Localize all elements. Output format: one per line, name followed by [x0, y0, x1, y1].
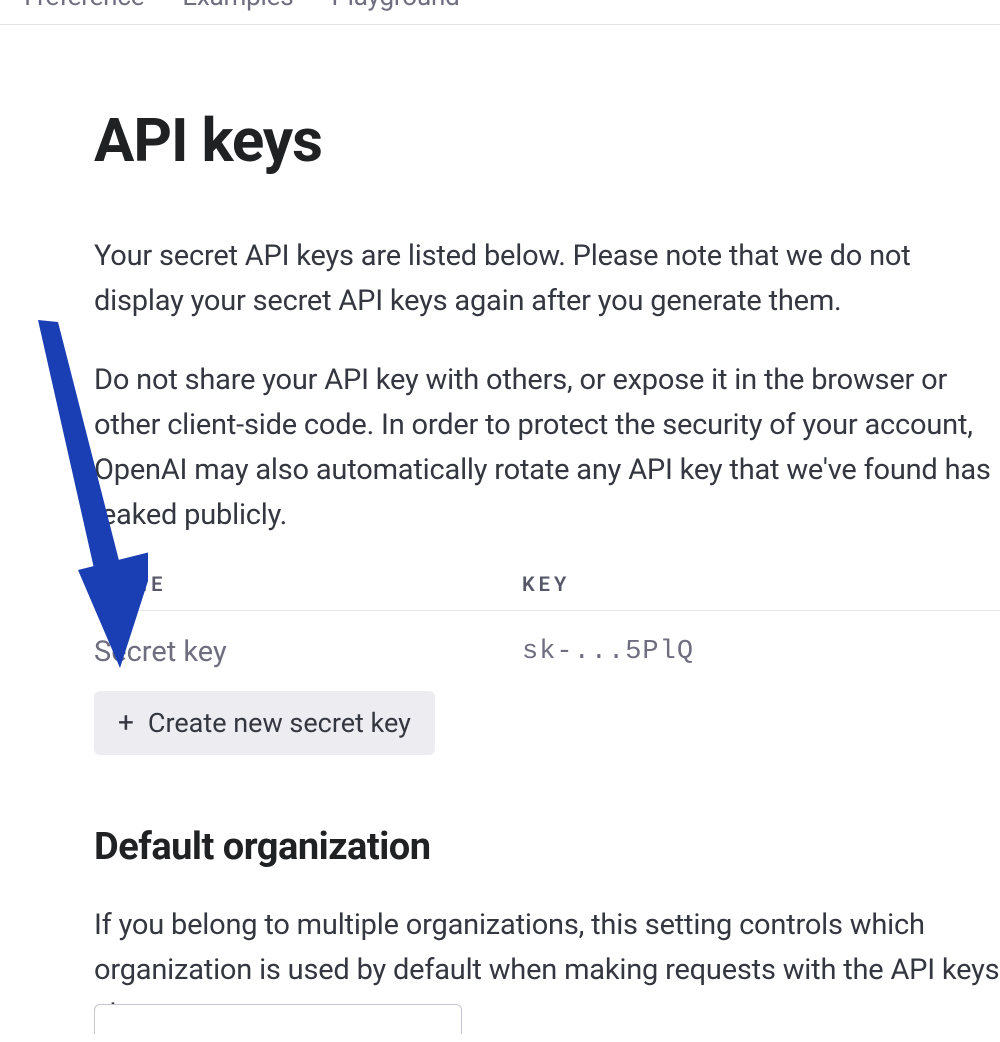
api-keys-table: NAME KEY Secret key sk-...5PlQ	[94, 572, 1000, 691]
table-cell-key: sk-...5PlQ	[522, 637, 1000, 667]
intro-paragraph-2: Do not share your API key with others, o…	[94, 358, 1000, 538]
table-header-row: NAME KEY	[94, 572, 1000, 611]
create-secret-key-button[interactable]: + Create new secret key	[94, 691, 435, 755]
table-row: Secret key sk-...5PlQ	[94, 611, 1000, 691]
table-cell-name: Secret key	[94, 635, 522, 669]
main-content: API keys Your secret API keys are listed…	[0, 25, 1000, 1037]
table-header-name: NAME	[94, 572, 522, 596]
table-header-key: KEY	[522, 572, 1000, 596]
intro-paragraph-1: Your secret API keys are listed below. P…	[94, 234, 1000, 324]
nav-item-examples[interactable]: Examples	[182, 0, 293, 12]
nav-item-playground[interactable]: Playground	[331, 0, 459, 12]
create-button-label: Create new secret key	[148, 707, 411, 739]
default-org-title: Default organization	[94, 825, 1000, 869]
nav-item-reference[interactable]: I reference	[24, 0, 144, 12]
org-select[interactable]	[94, 1004, 462, 1034]
page-title: API keys	[94, 105, 1000, 176]
top-nav: I reference Examples Playground	[0, 0, 1000, 25]
plus-icon: +	[118, 709, 134, 737]
